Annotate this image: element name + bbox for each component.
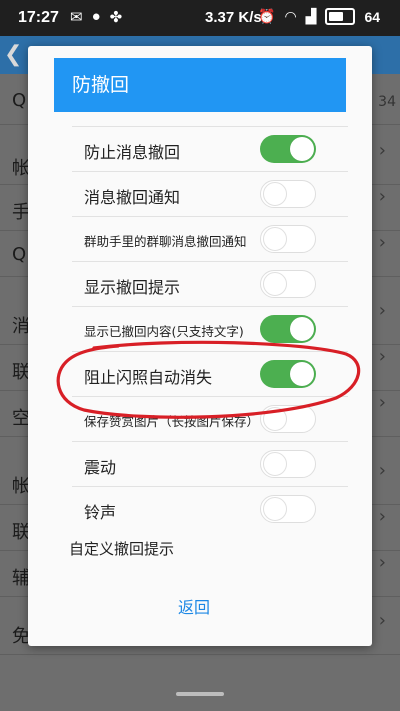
sms-icon: ✉ [70, 9, 83, 26]
back-chevron-icon: ❮ [4, 42, 23, 67]
toggle-switch[interactable] [260, 135, 316, 163]
option-show-recall-hint[interactable]: 显示撤回提示 [72, 261, 348, 307]
option-recall-notification[interactable]: 消息撤回通知 [72, 171, 348, 217]
battery-icon [325, 8, 356, 25]
status-bar: 17:27 ✉ ● ✤ 3.37 K/s ⏰ ◠ ▟ 64 [0, 0, 400, 36]
wechat-icon: ● [91, 8, 101, 25]
option-label: 防止消息撤回 [84, 143, 181, 162]
clover-icon: ✤ [109, 9, 123, 26]
option-label: 消息撤回通知 [84, 188, 181, 207]
option-label: 铃声 [84, 503, 117, 522]
toggle-switch[interactable] [260, 180, 316, 208]
alarm-icon: ⏰ [258, 8, 276, 24]
dialog-title-bar: 防撤回 [54, 58, 346, 112]
option-ringtone[interactable]: 铃声 [72, 486, 348, 532]
toggle-switch[interactable] [260, 315, 316, 343]
toggle-switch[interactable] [260, 450, 316, 478]
option-group-assistant-notification[interactable]: 群助手里的群聊消息撤回通知 [72, 216, 348, 262]
dialog-title: 防撤回 [72, 74, 130, 96]
gesture-bar[interactable] [176, 692, 224, 696]
status-net-speed: 3.37 K/s [205, 9, 262, 26]
status-right-icons: ⏰ ◠ ▟ 64 [258, 8, 380, 25]
battery-level: 64 [364, 8, 381, 25]
back-button[interactable]: 返回 [178, 594, 210, 618]
option-prevent-recall[interactable]: 防止消息撤回 [72, 126, 348, 172]
option-vibrate[interactable]: 震动 [72, 441, 348, 487]
wifi-icon: ◠ [284, 8, 297, 24]
4g-signal-icon: ▟ [305, 8, 317, 24]
toggle-switch[interactable] [260, 270, 316, 298]
option-label: 群助手里的群聊消息撤回通知 [84, 234, 247, 249]
red-circle-annotation [56, 340, 361, 419]
option-label: 显示已撤回内容(只支持文字) [84, 324, 244, 339]
option-label: 显示撤回提示 [84, 278, 181, 297]
status-left-icons: ✉ ● ✤ [70, 8, 122, 26]
toggle-switch[interactable] [260, 225, 316, 253]
status-time: 17:27 [18, 9, 59, 26]
option-label: 震动 [84, 458, 117, 477]
custom-recall-hint-item[interactable]: 自定义撤回提示 [69, 538, 174, 559]
toggle-switch[interactable] [260, 495, 316, 523]
